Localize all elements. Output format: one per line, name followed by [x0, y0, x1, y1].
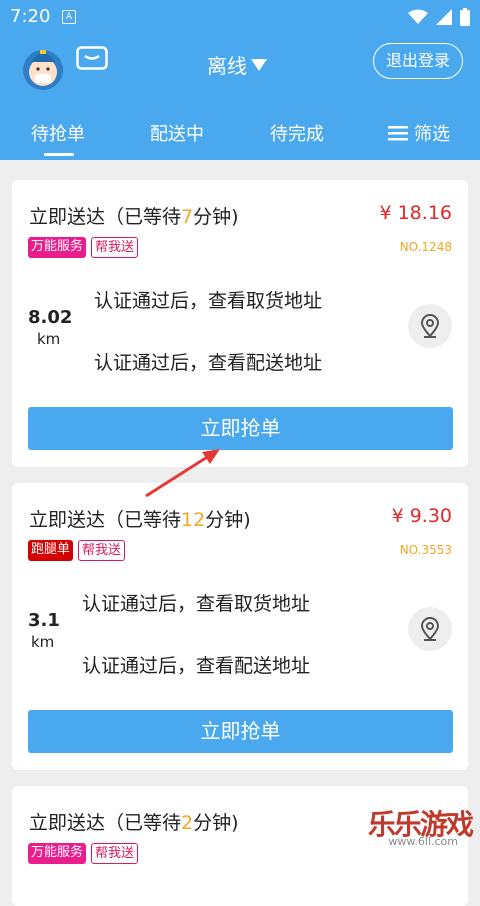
signal-icon — [436, 9, 452, 25]
order-number: NO.3553 — [399, 543, 452, 557]
menu-icon — [388, 126, 408, 141]
distance: 3.1 km — [28, 610, 60, 651]
notification-icon: A — [62, 10, 76, 24]
tab-filter-label: 筛选 — [414, 124, 450, 145]
online-status-toggle[interactable]: 离线 — [207, 50, 267, 79]
order-tags: 跑腿单 帮我送 — [28, 540, 126, 561]
tab-delivering[interactable]: 配送中 — [150, 120, 204, 146]
status-bar: 7:20 A — [0, 0, 480, 34]
order-title: 立即送达（已等待2分钟) — [29, 812, 239, 834]
tab-filter[interactable]: 筛选 — [388, 120, 450, 146]
map-location-button[interactable] — [408, 607, 452, 651]
order-price: ¥ 9.30 — [391, 505, 452, 527]
status-label: 离线 — [207, 54, 247, 78]
avatar-icon[interactable] — [22, 40, 64, 92]
location-pin-icon — [420, 314, 440, 338]
message-icon[interactable] — [76, 46, 108, 70]
logout-button[interactable]: 退出登录 — [373, 43, 463, 79]
system-icons — [408, 8, 470, 26]
service-tag: 帮我送 — [78, 540, 126, 561]
distance-value: 3.1 — [28, 610, 60, 631]
delivery-address: 认证通过后，查看配送地址 — [94, 352, 323, 374]
wait-minutes: 7 — [181, 206, 194, 228]
distance-unit: km — [37, 330, 61, 348]
distance: 8.02 km — [28, 307, 72, 348]
battery-icon — [460, 8, 470, 26]
service-tag: 帮我送 — [91, 237, 139, 258]
tab-bar: 待抢单 配送中 待完成 筛选 — [0, 108, 480, 160]
tab-to-complete[interactable]: 待完成 — [270, 120, 324, 146]
triangle-down-icon — [251, 58, 267, 71]
order-card: 立即送达（已等待7分钟) ¥ 18.16 万能服务 帮我送 NO.1248 8.… — [12, 180, 468, 467]
order-tags: 万能服务 帮我送 — [28, 237, 139, 258]
watermark-logo: 乐乐游戏 www.6ll.com — [354, 803, 474, 849]
order-title: 立即送达（已等待7分钟) — [29, 206, 239, 228]
clock: 7:20 — [10, 6, 51, 27]
tab-pending-grab[interactable]: 待抢单 — [31, 120, 85, 146]
pickup-address: 认证通过后，查看取货地址 — [94, 290, 323, 312]
wait-minutes: 2 — [181, 812, 194, 834]
order-tags: 万能服务 帮我送 — [28, 843, 139, 864]
order-type-tag: 跑腿单 — [28, 540, 74, 561]
order-title: 立即送达（已等待12分钟) — [29, 509, 251, 531]
pickup-address: 认证通过后，查看取货地址 — [82, 593, 311, 615]
grab-order-button[interactable]: 立即抢单 — [28, 407, 453, 450]
tab-active-indicator — [44, 153, 74, 156]
order-type-tag: 万能服务 — [28, 237, 87, 258]
app-header: 7:20 A 离线 退出登录 待抢单 配送中 待完成 筛选 — [0, 0, 480, 160]
wifi-icon — [408, 9, 428, 24]
delivery-address: 认证通过后，查看配送地址 — [82, 655, 311, 677]
watermark-url: www.6ll.com — [388, 835, 458, 848]
annotation-arrow-icon — [145, 449, 220, 498]
order-number: NO.1248 — [399, 240, 452, 254]
order-type-tag: 万能服务 — [28, 843, 87, 864]
map-location-button[interactable] — [408, 304, 452, 348]
distance-unit: km — [31, 633, 55, 651]
service-tag: 帮我送 — [91, 843, 139, 864]
grab-order-button[interactable]: 立即抢单 — [28, 710, 453, 753]
order-price: ¥ 18.16 — [379, 202, 452, 224]
order-card: 立即送达（已等待12分钟) ¥ 9.30 跑腿单 帮我送 NO.3553 3.1… — [12, 483, 468, 770]
distance-value: 8.02 — [28, 307, 73, 328]
wait-minutes: 12 — [181, 509, 206, 531]
location-pin-icon — [420, 617, 440, 641]
